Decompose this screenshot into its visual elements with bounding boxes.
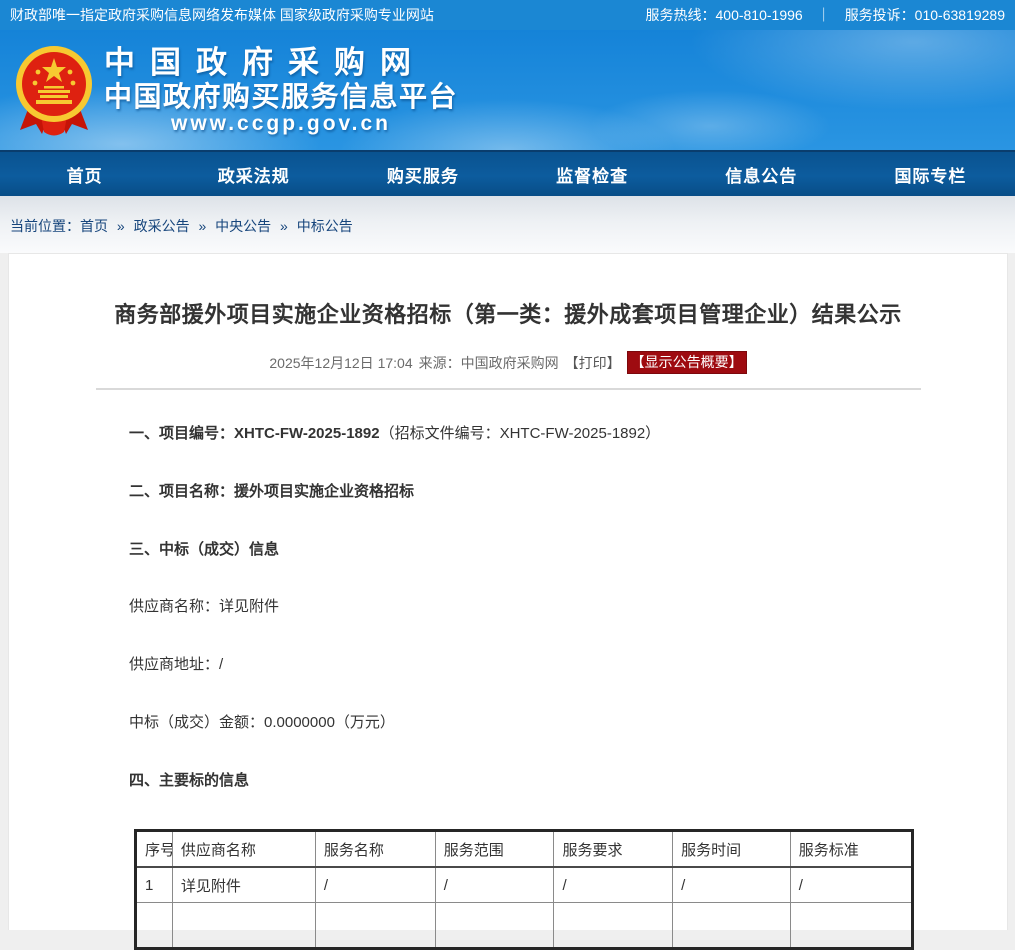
cell-supplier: 详见附件 bbox=[172, 867, 315, 903]
show-summary-button[interactable]: 【显示公告概要】 bbox=[627, 351, 747, 374]
cell-index: 1 bbox=[136, 867, 173, 903]
cell-service-time: / bbox=[673, 867, 791, 903]
paragraph-award-info-heading: 三、中标（成交）信息 bbox=[129, 541, 917, 560]
top-utility-bar: 财政部唯一指定政府采购信息网络发布媒体 国家级政府采购专业网站 服务热线：400… bbox=[0, 0, 1015, 30]
col-header-service-standard: 服务标准 bbox=[790, 831, 912, 868]
cell-service-requirement: / bbox=[554, 867, 673, 903]
breadcrumb-award-link[interactable]: 中标公告 bbox=[297, 218, 353, 234]
paragraph-supplier-address: 供应商地址：/ bbox=[129, 656, 917, 675]
site-banner: 中国政府采购网 中国政府购买服务信息平台 www.ccgp.gov.cn bbox=[0, 30, 1015, 150]
col-header-service-scope: 服务范围 bbox=[435, 831, 554, 868]
cell-service-name: / bbox=[315, 867, 435, 903]
source-label: 来源：中国政府采购网 bbox=[419, 353, 559, 373]
breadcrumb: 当前位置：首页 » 政采公告 » 中央公告 » 中标公告 bbox=[10, 218, 353, 234]
results-table: 序号 供应商名称 服务名称 服务范围 服务要求 服务时间 服务标准 1 详见附件… bbox=[134, 829, 914, 950]
cell-service-time bbox=[673, 903, 791, 949]
site-logo-text: 中国政府采购网 中国政府购买服务信息平台 www.ccgp.gov.cn bbox=[104, 46, 458, 136]
cell-service-scope bbox=[435, 903, 554, 949]
site-url: www.ccgp.gov.cn bbox=[104, 112, 458, 136]
article-body: 一、项目编号：XHTC-FW-2025-1892（招标文件编号：XHTC-FW-… bbox=[9, 425, 1007, 790]
breadcrumb-prefix: 当前位置： bbox=[10, 218, 80, 234]
page-title: 商务部援外项目实施企业资格招标（第一类：援外成套项目管理企业）结果公示 bbox=[9, 254, 1007, 329]
table-row: 1 详见附件 / / / / / bbox=[136, 867, 913, 903]
cell-service-requirement bbox=[554, 903, 673, 949]
national-emblem-icon bbox=[10, 42, 98, 142]
paragraph-award-amount: 中标（成交）金额：0.0000000（万元） bbox=[129, 714, 917, 733]
breadcrumb-strip: 当前位置：首页 » 政采公告 » 中央公告 » 中标公告 bbox=[0, 196, 1015, 253]
table-header-row: 序号 供应商名称 服务名称 服务范围 服务要求 服务时间 服务标准 bbox=[136, 831, 913, 868]
topbar-separator: ｜ bbox=[817, 5, 831, 25]
nav-item-regulations[interactable]: 政采法规 bbox=[169, 152, 338, 196]
title-divider bbox=[96, 388, 921, 390]
results-table-wrap: 序号 供应商名称 服务名称 服务范围 服务要求 服务时间 服务标准 1 详见附件… bbox=[134, 829, 1007, 950]
col-header-service-time: 服务时间 bbox=[673, 831, 791, 868]
breadcrumb-separator: » bbox=[198, 218, 206, 234]
cell-index bbox=[136, 903, 173, 949]
paragraph-project-name: 二、项目名称：援外项目实施企业资格招标 bbox=[129, 483, 917, 502]
site-slogan: 财政部唯一指定政府采购信息网络发布媒体 国家级政府采购专业网站 bbox=[10, 5, 434, 25]
nav-item-international[interactable]: 国际专栏 bbox=[846, 152, 1015, 196]
cell-service-scope: / bbox=[435, 867, 554, 903]
paragraph-project-number: 一、项目编号：XHTC-FW-2025-1892（招标文件编号：XHTC-FW-… bbox=[129, 425, 917, 444]
main-navigation: 首页 政采法规 购买服务 监督检查 信息公告 国际专栏 bbox=[0, 150, 1015, 196]
breadcrumb-home-link[interactable]: 首页 bbox=[80, 218, 108, 234]
col-header-service-name: 服务名称 bbox=[315, 831, 435, 868]
nav-item-purchase-services[interactable]: 购买服务 bbox=[338, 152, 507, 196]
paragraph-supplier-name: 供应商名称：详见附件 bbox=[129, 598, 917, 617]
table-row bbox=[136, 903, 913, 949]
site-subtitle: 中国政府购买服务信息平台 bbox=[104, 81, 458, 112]
announcement-card: 商务部援外项目实施企业资格招标（第一类：援外成套项目管理企业）结果公示 2025… bbox=[8, 253, 1008, 930]
col-header-service-requirement: 服务要求 bbox=[554, 831, 673, 868]
cell-supplier bbox=[172, 903, 315, 949]
breadcrumb-central-link[interactable]: 中央公告 bbox=[215, 218, 271, 234]
breadcrumb-separator: » bbox=[117, 218, 125, 234]
print-button[interactable]: 【打印】 bbox=[565, 353, 621, 373]
col-header-supplier: 供应商名称 bbox=[172, 831, 315, 868]
breadcrumb-zhengcai-link[interactable]: 政采公告 bbox=[134, 218, 190, 234]
cell-service-name bbox=[315, 903, 435, 949]
service-hotline: 服务热线：400-810-1996 bbox=[646, 5, 803, 25]
paragraph-main-subject-heading: 四、主要标的信息 bbox=[129, 772, 917, 791]
cell-service-standard: / bbox=[790, 867, 912, 903]
nav-item-home[interactable]: 首页 bbox=[0, 152, 169, 196]
nav-item-announcements[interactable]: 信息公告 bbox=[677, 152, 846, 196]
col-header-index: 序号 bbox=[136, 831, 173, 868]
breadcrumb-separator: » bbox=[280, 218, 288, 234]
publish-datetime: 2025年12月12日 17:04 bbox=[269, 353, 412, 373]
cell-service-standard bbox=[790, 903, 912, 949]
site-name: 中国政府采购网 bbox=[104, 46, 458, 81]
nav-item-supervision[interactable]: 监督检查 bbox=[508, 152, 677, 196]
article-meta: 2025年12月12日 17:04 来源：中国政府采购网 【打印】 【显示公告概… bbox=[9, 351, 1007, 374]
service-complaint: 服务投诉：010-63819289 bbox=[845, 5, 1005, 25]
